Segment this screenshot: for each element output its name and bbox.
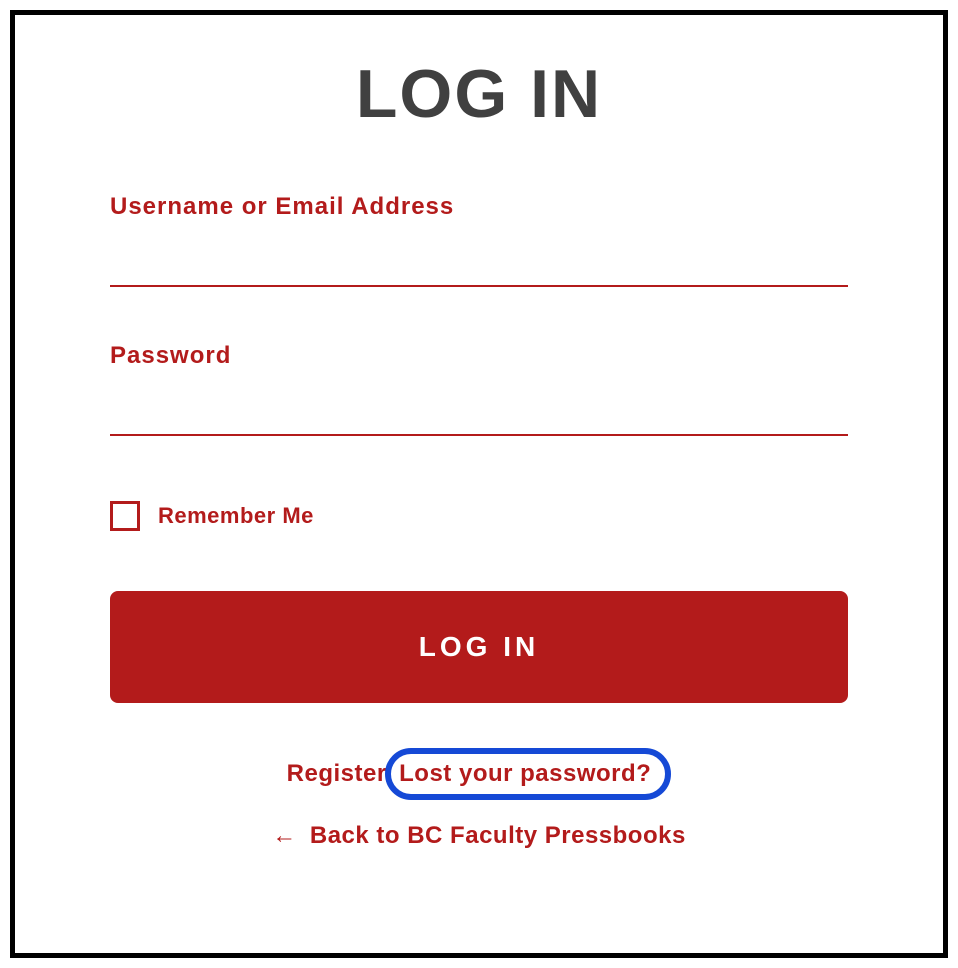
password-label: Password: [110, 342, 848, 370]
username-input[interactable]: [110, 241, 848, 287]
page-title: LOG IN: [110, 55, 848, 133]
login-button[interactable]: LOG IN: [110, 591, 848, 703]
back-link-row: ← Back to BC Faculty Pressbooks: [110, 822, 848, 850]
back-link-text: Back to BC Faculty Pressbooks: [310, 822, 686, 849]
remember-me-checkbox[interactable]: [110, 501, 140, 531]
back-link[interactable]: ← Back to BC Faculty Pressbooks: [272, 822, 686, 849]
secondary-links: Register Lost your password?: [110, 748, 848, 800]
remember-me-label: Remember Me: [158, 503, 314, 529]
remember-me-row: Remember Me: [110, 501, 848, 531]
username-label: Username or Email Address: [110, 193, 848, 221]
register-link[interactable]: Register: [287, 760, 387, 787]
highlight-circle: Lost your password?: [385, 748, 671, 800]
lost-password-link[interactable]: Lost your password?: [399, 760, 651, 787]
arrow-left-icon: ←: [272, 822, 297, 849]
password-input[interactable]: [110, 390, 848, 436]
login-card: LOG IN Username or Email Address Passwor…: [10, 10, 948, 958]
